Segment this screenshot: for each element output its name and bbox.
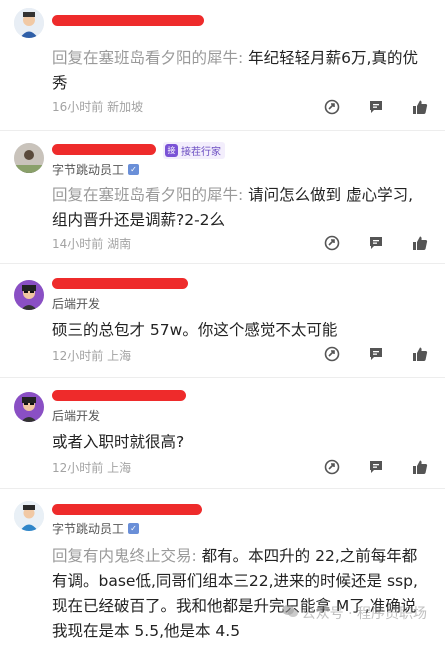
reply-button[interactable] xyxy=(365,236,387,254)
like-button[interactable] xyxy=(409,100,431,118)
comment-text: 硕三的总包才 57w。你这个感觉不太可能 xyxy=(52,321,338,339)
thumb-up-icon xyxy=(412,346,428,366)
comment-body: 回复在塞班岛看夕阳的犀牛: 请问怎么做到 虚心学习,组内晋升还是调薪?2-2么 xyxy=(52,183,424,233)
comment-actions xyxy=(321,99,431,119)
verified-icon: ✓ xyxy=(128,523,140,534)
user-subtitle: 字节跳动员工 ✓ xyxy=(52,520,140,537)
redacted-username xyxy=(52,144,156,155)
comment-icon xyxy=(368,346,384,366)
forward-button[interactable] xyxy=(321,346,343,366)
reply-prefix[interactable]: 回复有内鬼终止交易: xyxy=(52,547,197,565)
like-button[interactable] xyxy=(409,347,431,365)
user-avatar[interactable] xyxy=(14,280,44,310)
reply-prefix[interactable]: 回复在塞班岛看夕阳的犀牛: xyxy=(52,49,243,67)
thumb-up-icon xyxy=(412,99,428,119)
wechat-icon xyxy=(281,604,298,622)
user-tag-label: 接茬行家 xyxy=(181,147,221,158)
user-avatar[interactable] xyxy=(14,8,44,38)
forward-icon xyxy=(324,235,340,255)
timestamp: 12小时前 xyxy=(52,349,104,363)
job-title-label: 后端开发 xyxy=(52,409,101,423)
timestamp: 16小时前 xyxy=(52,100,104,114)
comment-meta: 12小时前 上海 xyxy=(52,347,131,364)
comment-body: 回复在塞班岛看夕阳的犀牛: 年纪轻轻月薪6万,真的优秀 xyxy=(52,46,424,96)
timestamp: 12小时前 xyxy=(52,461,104,475)
user-avatar[interactable] xyxy=(14,143,44,173)
comment-2: 接 接茬行家 字节跳动员工 ✓ 回复在塞班岛看夕阳的犀牛: 请问怎么做到 虚心学… xyxy=(0,131,445,263)
watermark-text: 公众号 · 程序员职场 xyxy=(301,606,427,622)
reply-button[interactable] xyxy=(365,347,387,365)
user-subtitle: 后端开发 xyxy=(52,407,100,424)
forward-icon xyxy=(324,346,340,366)
thumb-up-icon xyxy=(412,235,428,255)
location: 上海 xyxy=(107,349,132,363)
job-title-label: 后端开发 xyxy=(52,297,101,311)
comment-body: 回复有内鬼终止交易: 都有。本四升的 22,之前每年都有调。base低,同哥们组… xyxy=(52,544,424,644)
redacted-username xyxy=(52,278,188,289)
company-label: 字节跳动员工 xyxy=(52,522,125,536)
thumb-up-icon xyxy=(412,459,428,479)
comment-text: 或者入职时就很高? xyxy=(52,433,185,451)
comment-icon xyxy=(368,235,384,255)
comment-meta: 14小时前 湖南 xyxy=(52,235,131,252)
like-button[interactable] xyxy=(409,460,431,478)
comment-icon xyxy=(368,459,384,479)
badge-icon: 接 xyxy=(165,144,178,157)
comment-actions xyxy=(321,346,431,366)
comment-1: 回复在塞班岛看夕阳的犀牛: 年纪轻轻月薪6万,真的优秀 16小时前 新加坡 xyxy=(0,0,445,130)
comment-body: 或者入职时就很高? xyxy=(52,430,424,455)
comment-actions xyxy=(321,459,431,479)
like-button[interactable] xyxy=(409,236,431,254)
redacted-username xyxy=(52,390,186,401)
forward-button[interactable] xyxy=(321,99,343,119)
user-subtitle: 后端开发 xyxy=(52,295,100,312)
redacted-username xyxy=(52,504,202,515)
verified-icon: ✓ xyxy=(128,164,140,175)
reply-button[interactable] xyxy=(365,460,387,478)
redacted-username xyxy=(52,15,204,26)
user-avatar[interactable] xyxy=(14,501,44,531)
comment-body: 硕三的总包才 57w。你这个感觉不太可能 xyxy=(52,318,424,343)
company-label: 字节跳动员工 xyxy=(52,163,125,177)
location: 新加坡 xyxy=(107,100,144,114)
reply-button[interactable] xyxy=(365,100,387,118)
forward-icon xyxy=(324,459,340,479)
location: 上海 xyxy=(107,461,132,475)
comment-icon xyxy=(368,99,384,119)
comment-actions xyxy=(321,235,431,255)
reply-prefix[interactable]: 回复在塞班岛看夕阳的犀牛: xyxy=(52,186,243,204)
user-title-tag: 接 接茬行家 xyxy=(163,142,225,159)
user-avatar[interactable] xyxy=(14,392,44,422)
forward-button[interactable] xyxy=(321,235,343,255)
forward-icon xyxy=(324,99,340,119)
watermark: 公众号 · 程序员职场 xyxy=(281,603,427,623)
comment-meta: 16小时前 新加坡 xyxy=(52,98,143,115)
comment-4: 后端开发 或者入职时就很高? 12小时前 上海 xyxy=(0,378,445,488)
location: 湖南 xyxy=(107,237,132,251)
comment-meta: 12小时前 上海 xyxy=(52,459,131,476)
user-subtitle: 字节跳动员工 ✓ xyxy=(52,161,140,178)
forward-button[interactable] xyxy=(321,459,343,479)
comment-3: 后端开发 硕三的总包才 57w。你这个感觉不太可能 12小时前 上海 xyxy=(0,264,445,377)
timestamp: 14小时前 xyxy=(52,237,104,251)
